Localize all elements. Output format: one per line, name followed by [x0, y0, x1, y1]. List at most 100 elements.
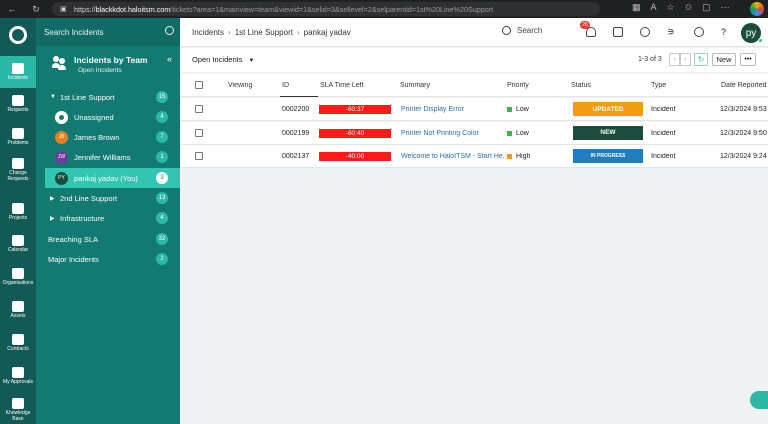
- table-header: Viewing ID SLA Time Left Summary Priorit…: [180, 74, 768, 97]
- table-row[interactable]: 0002137 -40:00 Welcome to HaloITSM - Start…: [180, 145, 768, 168]
- refresh-icon[interactable]: ↻: [28, 1, 44, 17]
- prev-page-button[interactable]: ‹: [669, 53, 680, 66]
- address-bar[interactable]: ▣ https://blackkdot.haloitsm.com/tickets…: [52, 2, 600, 16]
- tree-item[interactable]: Breaching SLA 32: [36, 229, 180, 249]
- rail-label: Projects: [8, 214, 28, 221]
- breadcrumb-team[interactable]: 1st Line Support: [235, 28, 293, 37]
- row-checkbox[interactable]: [195, 105, 203, 113]
- knowledge-base-icon: [12, 398, 24, 409]
- ticket-summary-link[interactable]: Printer Not Printing Color: [401, 130, 505, 137]
- change-requests-icon: [12, 158, 24, 169]
- status-badge: NEW: [573, 125, 643, 140]
- tree-item[interactable]: ▼ 1st Line Support 15: [36, 87, 180, 107]
- date-reported: 12/3/2024 9:24: [720, 153, 767, 160]
- ticket-summary-link[interactable]: Welcome to HaloITSM - Start He...: [401, 153, 505, 160]
- table-row[interactable]: 0002199 -60:40 Printer Not Printing Color L…: [180, 121, 768, 145]
- rail-item-contracts[interactable]: Contracts: [0, 327, 36, 359]
- caret-right-icon[interactable]: ▶: [50, 195, 60, 202]
- ticket-summary-link[interactable]: Printer Display Error: [401, 106, 505, 113]
- sla-time-left: -40:00: [319, 152, 391, 161]
- view-label: Open Incidents: [192, 55, 243, 64]
- chat-icon[interactable]: [750, 391, 768, 409]
- col-id[interactable]: ID: [282, 82, 289, 89]
- ticket-id[interactable]: 0002137: [282, 153, 309, 160]
- count-badge: 1: [156, 151, 168, 163]
- count-badge: 15: [156, 91, 168, 103]
- caret-down-icon[interactable]: ▼: [50, 94, 60, 100]
- rail-label: Requests: [7, 106, 29, 113]
- row-checkbox[interactable]: [195, 128, 203, 137]
- copilot-icon[interactable]: [750, 2, 764, 16]
- col-type[interactable]: Type: [651, 82, 666, 89]
- tree-item[interactable]: Major Incidents 2: [36, 249, 180, 269]
- incidents-icon: [12, 62, 24, 74]
- favorite-star-icon[interactable]: ☆: [667, 2, 675, 13]
- dashboard-icon[interactable]: [640, 27, 650, 37]
- breadcrumb-incidents[interactable]: Incidents: [192, 28, 224, 37]
- count-badge: 4: [156, 212, 168, 224]
- rail-item-projects[interactable]: Projects: [0, 196, 36, 228]
- global-search[interactable]: Search: [502, 26, 542, 35]
- clock-icon[interactable]: [694, 27, 704, 37]
- col-viewing[interactable]: Viewing: [228, 82, 252, 89]
- collections-icon[interactable]: ▢: [702, 2, 711, 13]
- panel-title[interactable]: Incidents by Team: [74, 55, 148, 65]
- calendar-icon: [12, 234, 24, 246]
- agent-label: Unassigned: [74, 112, 114, 122]
- view-selector[interactable]: Open Incidents ▼: [192, 55, 254, 64]
- breadcrumb-agent[interactable]: pankaj yadav: [304, 28, 351, 37]
- more-options-button[interactable]: •••: [740, 53, 756, 66]
- extensions-icon[interactable]: ▦: [632, 2, 641, 13]
- agent-item[interactable]: Unassigned 4: [45, 107, 180, 127]
- menu-icon[interactable]: ···: [721, 2, 730, 13]
- col-status[interactable]: Status: [571, 82, 591, 89]
- team-icon: [52, 56, 66, 70]
- halo-logo-icon[interactable]: [9, 26, 27, 44]
- read-aloud-icon[interactable]: A: [651, 2, 657, 13]
- rail-item-my-approvals[interactable]: My Approvals: [0, 360, 36, 392]
- tree-item[interactable]: ▶ 2nd Line Support 13: [36, 188, 180, 208]
- rail-item-assets[interactable]: Assets: [0, 294, 36, 326]
- caret-right-icon[interactable]: ▶: [50, 215, 60, 222]
- search-incidents-input[interactable]: Search Incidents: [36, 18, 180, 46]
- collapse-panel-icon[interactable]: «: [167, 54, 172, 64]
- agent-item[interactable]: JW Jennifer Williams 1: [45, 147, 180, 167]
- search-icon[interactable]: [165, 26, 174, 35]
- rail-item-calendar[interactable]: Calendar: [0, 228, 36, 260]
- rail-item-change-requests[interactable]: Change Requests: [0, 154, 36, 186]
- col-date-reported[interactable]: Date Reported: [721, 82, 767, 89]
- ticket-type: Incident: [651, 129, 676, 137]
- tree-item-label: Infrastructure: [60, 213, 105, 223]
- col-priority[interactable]: Priority: [507, 82, 529, 89]
- favorites-icon[interactable]: ✩: [685, 2, 693, 13]
- rail-label: Organisations: [2, 279, 34, 286]
- ticket-id[interactable]: 0002200: [282, 106, 309, 113]
- new-ticket-button[interactable]: New: [712, 53, 736, 66]
- count-badge: 4: [156, 111, 168, 123]
- rail-item-incidents[interactable]: Incidents: [0, 56, 36, 88]
- rail-item-knowledge-base[interactable]: Knowledge Base: [0, 394, 36, 424]
- table-row[interactable]: 0002200 -60:37 Printer Display Error Low UPD…: [180, 98, 768, 121]
- select-all-checkbox[interactable]: [195, 81, 203, 89]
- col-summary[interactable]: Summary: [400, 82, 430, 89]
- projects-icon: [12, 202, 24, 214]
- tree-item[interactable]: ▶ Infrastructure 4: [36, 208, 180, 228]
- agent-item[interactable]: JB James Brown 7: [45, 127, 180, 147]
- back-icon[interactable]: ←: [4, 1, 20, 17]
- date-reported: 12/3/2024 9:50: [720, 129, 767, 137]
- help-icon[interactable]: ?: [721, 27, 731, 37]
- ticket-id[interactable]: 0002199: [282, 130, 309, 137]
- rail-item-requests[interactable]: Requests: [0, 88, 36, 120]
- refresh-list-button[interactable]: ↻: [694, 53, 708, 66]
- col-sla[interactable]: SLA Time Left: [320, 82, 364, 89]
- agent-item[interactable]: PY pankaj yadav (You) 3: [45, 168, 180, 188]
- next-page-button[interactable]: ›: [680, 53, 691, 66]
- rail-item-problems[interactable]: Problems: [0, 121, 36, 153]
- my-approvals-icon: [12, 366, 24, 378]
- row-checkbox[interactable]: [195, 152, 203, 160]
- rss-icon[interactable]: ⚞: [667, 27, 677, 37]
- rail-item-organisations[interactable]: Organisations: [0, 261, 36, 293]
- sort-indicator: [280, 96, 318, 97]
- count-badge: 2: [156, 253, 168, 265]
- clipboard-icon[interactable]: [613, 27, 623, 37]
